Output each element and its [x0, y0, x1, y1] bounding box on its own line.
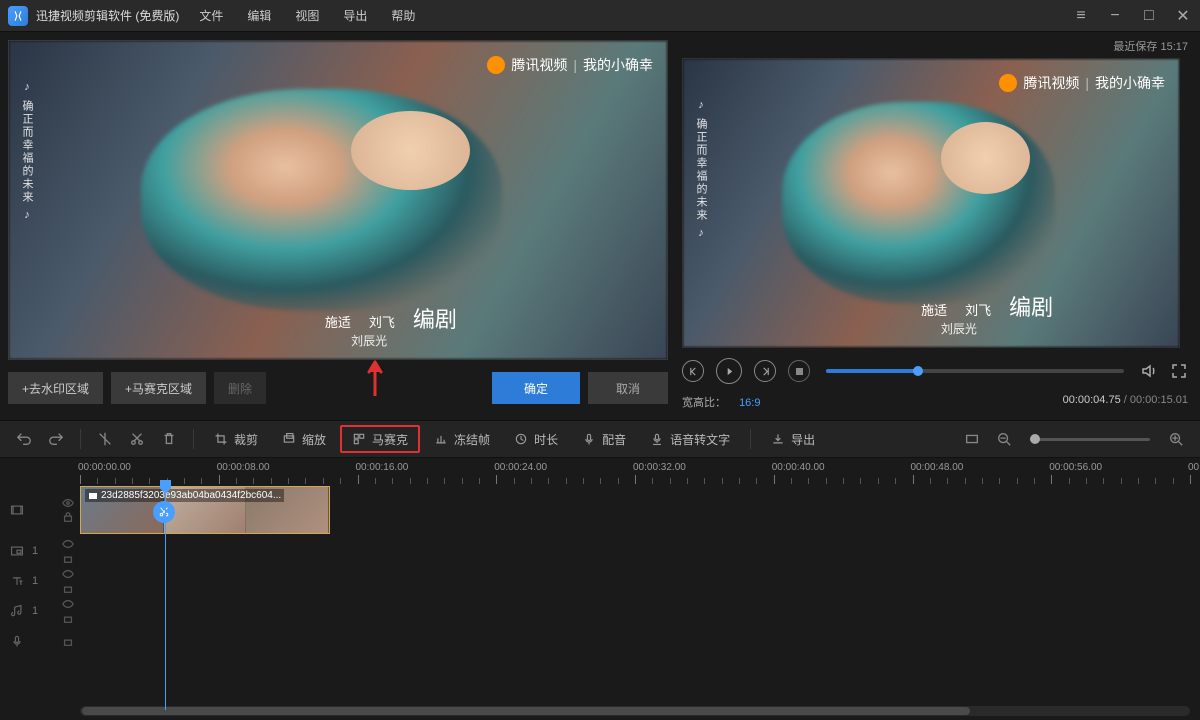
zoom-button[interactable]: 缩放 — [272, 425, 336, 453]
video-track-icon — [10, 503, 24, 517]
ruler-label: 00:00:32.00 — [633, 462, 686, 473]
eye-icon[interactable] — [62, 538, 74, 550]
ruler-label: 00:00:40.00 — [772, 462, 825, 473]
main-menu: 文件 编辑 视图 导出 帮助 — [199, 7, 415, 24]
fit-timeline-button[interactable] — [958, 425, 986, 453]
mosaic-preview[interactable]: 腾讯视频 | 我的小确幸 ♪ 确正而幸福的未来 ♪ 施适 刘飞 编剧 刘辰光 — [8, 40, 668, 360]
progress-slider[interactable] — [826, 369, 1124, 373]
ruler-label: 00:00:48.00 — [911, 462, 964, 473]
cancel-button[interactable]: 取消 — [588, 372, 668, 404]
lock-icon[interactable] — [62, 635, 74, 647]
menu-edit[interactable]: 编辑 — [247, 7, 271, 24]
video-track: 23d2885f3203e93ab04ba0434f2bc604... — [0, 484, 1200, 536]
freeze-button[interactable]: 冻结帧 — [424, 425, 500, 453]
aspect-value[interactable]: 16:9 — [739, 397, 760, 409]
watermark-brand: 腾讯视频 — [511, 55, 567, 75]
prev-frame-button[interactable] — [682, 360, 704, 382]
zoom-out-button[interactable] — [990, 425, 1018, 453]
scissors-icon — [153, 501, 175, 523]
ruler-label: 00:00:08.00 — [217, 462, 270, 473]
app-title: 迅捷视频剪辑软件 (免费版) — [36, 7, 179, 24]
ruler-label: 00:01 — [1188, 462, 1200, 473]
maximize-icon[interactable]: □ — [1140, 7, 1158, 25]
audio-track-icon — [10, 604, 24, 618]
video-credits: 施适 刘飞 编剧 — [325, 309, 457, 331]
window-controls: ≡ − □ ✕ — [1072, 7, 1192, 25]
title-bar: 迅捷视频剪辑软件 (免费版) 文件 编辑 视图 导出 帮助 ≡ − □ ✕ — [0, 0, 1200, 32]
add-watermark-area-button[interactable]: +去水印区域 — [8, 372, 103, 404]
mic-track — [0, 626, 1200, 656]
ruler-label: 00:00:00.00 — [78, 462, 131, 473]
lock-icon[interactable] — [62, 612, 74, 624]
pip-track-icon — [10, 544, 24, 558]
lock-icon[interactable] — [62, 582, 74, 594]
horizontal-scrollbar[interactable] — [80, 706, 1190, 716]
audio-track: 1 — [0, 596, 1200, 626]
close-icon[interactable]: ✕ — [1174, 7, 1192, 25]
video-watermark: 腾讯视频 | 我的小确幸 — [999, 73, 1165, 93]
watermark-title: 我的小确幸 — [583, 55, 653, 75]
credit-sub: 刘辰光 — [351, 332, 387, 349]
duration-button[interactable]: 时长 — [504, 425, 568, 453]
tencent-logo-icon — [487, 56, 505, 74]
export-button[interactable]: 导出 — [761, 425, 825, 453]
timeline-toolbar: 裁剪 缩放 马赛克 冻结帧 时长 配音 语音转文字 导出 — [0, 420, 1200, 458]
eye-icon[interactable] — [62, 568, 74, 580]
last-save-label: 最近保存 15:17 — [682, 38, 1188, 54]
add-mosaic-area-button[interactable]: +马赛克区域 — [111, 372, 206, 404]
clip-label: 23d2885f3203e93ab04ba0434f2bc604... — [85, 489, 284, 502]
time-ruler[interactable]: 00:00:00.00 00:00:08.00 00:00:16.00 00:00:2… — [0, 458, 1200, 484]
lyric-text: ♪ 确正而幸福的未来 ♪ — [19, 81, 35, 223]
tencent-logo-icon — [999, 74, 1017, 92]
confirm-button[interactable]: 确定 — [492, 372, 580, 404]
video-watermark: 腾讯视频 | 我的小确幸 — [487, 55, 653, 75]
aspect-label: 宽高比： — [682, 397, 726, 409]
time-display: 00:00:04.75 / 00:00:15.01 — [1063, 394, 1188, 410]
minimize-icon[interactable]: − — [1106, 7, 1124, 25]
zoom-slider[interactable] — [1030, 438, 1150, 441]
crop-button[interactable]: 裁剪 — [204, 425, 268, 453]
playhead[interactable] — [165, 480, 166, 710]
zoom-in-button[interactable] — [1162, 425, 1190, 453]
speech-to-text-button[interactable]: 语音转文字 — [640, 425, 740, 453]
ruler-label: 00:00:56.00 — [1049, 462, 1102, 473]
menu-export[interactable]: 导出 — [343, 7, 367, 24]
menu-file[interactable]: 文件 — [199, 7, 223, 24]
play-button[interactable] — [716, 358, 742, 384]
dub-button[interactable]: 配音 — [572, 425, 636, 453]
next-frame-button[interactable] — [754, 360, 776, 382]
undo-button[interactable] — [10, 425, 38, 453]
eye-icon[interactable] — [62, 497, 74, 509]
lock-icon[interactable] — [62, 511, 74, 523]
menu-more-icon[interactable]: ≡ — [1072, 7, 1090, 25]
player-preview[interactable]: 腾讯视频 | 我的小确幸 ♪ 确正而幸福的未来 ♪ 施适 刘飞 编剧 刘辰光 — [682, 58, 1180, 348]
fullscreen-icon[interactable] — [1170, 362, 1188, 380]
delete-area-button[interactable]: 删除 — [214, 372, 266, 404]
lock-icon[interactable] — [62, 552, 74, 564]
delete-button[interactable] — [155, 425, 183, 453]
split-button[interactable] — [91, 425, 119, 453]
app-logo-icon — [8, 6, 28, 26]
redo-button[interactable] — [42, 425, 70, 453]
mic-track-icon — [10, 634, 24, 648]
menu-help[interactable]: 帮助 — [391, 7, 415, 24]
mosaic-button[interactable]: 马赛克 — [340, 425, 420, 453]
video-clip[interactable]: 23d2885f3203e93ab04ba0434f2bc604... — [80, 486, 330, 534]
text-track-icon — [10, 574, 24, 588]
ruler-label: 00:00:16.00 — [356, 462, 409, 473]
pip-track: 1 — [0, 536, 1200, 566]
cut-button[interactable] — [123, 425, 151, 453]
eye-icon[interactable] — [62, 598, 74, 610]
menu-view[interactable]: 视图 — [295, 7, 319, 24]
ruler-label: 00:00:24.00 — [494, 462, 547, 473]
volume-icon[interactable] — [1140, 362, 1158, 380]
stop-button[interactable] — [788, 360, 810, 382]
text-track: 1 — [0, 566, 1200, 596]
